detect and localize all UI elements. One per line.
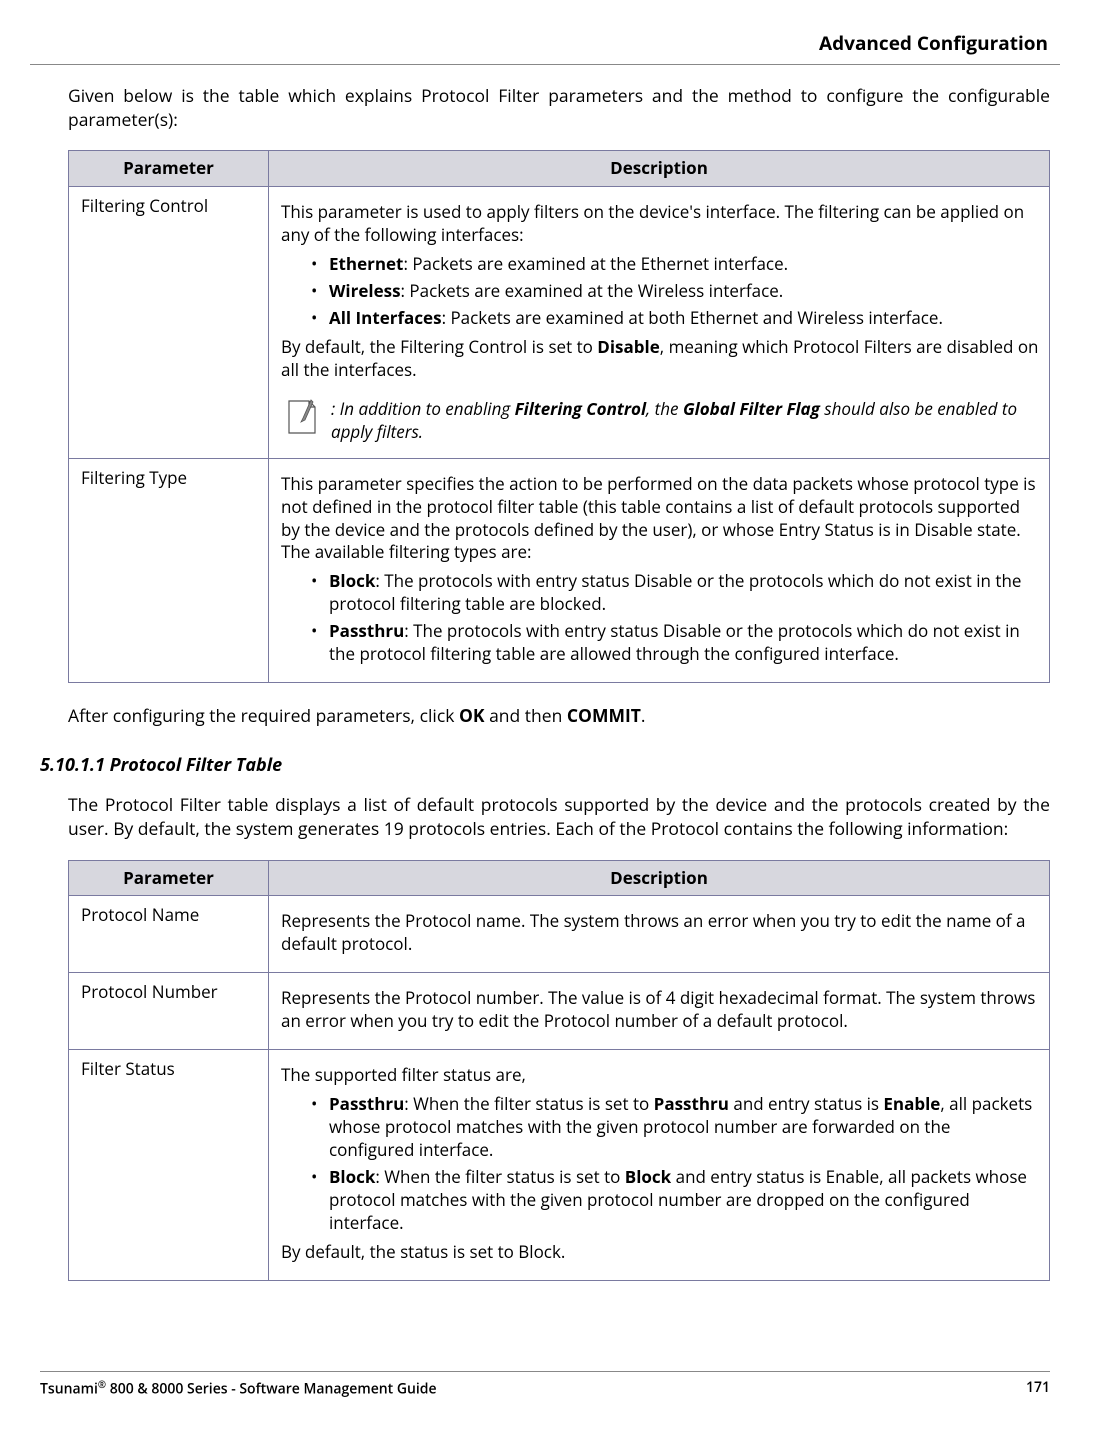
cell-paragraph: This parameter specifies the action to b… [281,473,1039,565]
cell-paragraph: Represents the Protocol name. The system… [281,910,1039,956]
running-header: Advanced Configuration [40,30,1048,56]
col-header-parameter: Parameter [69,151,269,187]
subsection-intro: The Protocol Filter table displays a lis… [68,794,1050,841]
param-cell: Filtering Control [69,187,269,458]
col-header-description: Description [269,860,1050,896]
table-row: Filtering Control This parameter is used… [69,187,1050,458]
protocol-filter-params-table: Parameter Description Filtering Control … [68,150,1050,683]
table-header-row: Parameter Description [69,860,1050,896]
mid-paragraph: After configuring the required parameter… [68,705,1050,729]
desc-cell: This parameter specifies the action to b… [269,458,1050,683]
list-item: •Wireless: Packets are examined at the W… [311,280,1039,303]
note-icon [281,396,327,442]
list-item: •Ethernet: Packets are examined at the E… [311,253,1039,276]
section-heading: 5.10.1.1 Protocol Filter Table [40,753,1050,777]
desc-cell: The supported filter status are, •Passth… [269,1050,1050,1281]
page-footer: Tsunami® 800 & 8000 Series - Software Ma… [40,1371,1050,1399]
cell-paragraph: Represents the Protocol number. The valu… [281,987,1039,1033]
desc-cell: This parameter is used to apply filters … [269,187,1050,458]
bullet-list: •Block: The protocols with entry status … [311,570,1039,666]
param-cell: Protocol Name [69,896,269,973]
cell-paragraph: The supported filter status are, [281,1064,1039,1087]
protocol-filter-table-fields: Parameter Description Protocol Name Repr… [68,860,1050,1281]
document-page: Advanced Configuration Given below is th… [0,0,1100,1429]
bullet-list: •Passthru: When the filter status is set… [311,1093,1039,1235]
page-number: 171 [1026,1378,1050,1399]
cell-paragraph: This parameter is used to apply filters … [281,201,1039,247]
header-rule [30,64,1060,65]
footer-rule [40,1371,1050,1372]
bullet-list: •Ethernet: Packets are examined at the E… [311,253,1039,330]
list-item: •Passthru: When the filter status is set… [311,1093,1039,1162]
footer-left: Tsunami® 800 & 8000 Series - Software Ma… [40,1378,437,1399]
col-header-parameter: Parameter [69,860,269,896]
param-cell: Filtering Type [69,458,269,683]
table-row: Filter Status The supported filter statu… [69,1050,1050,1281]
list-item: •Passthru: The protocols with entry stat… [311,620,1039,666]
intro-paragraph: Given below is the table which explains … [68,85,1050,132]
note-text: : In addition to enabling Filtering Cont… [327,396,1039,444]
subsection: 5.10.1.1 Protocol Filter Table The Proto… [40,753,1050,1281]
list-item: •All Interfaces: Packets are examined at… [311,307,1039,330]
table-row: Filtering Type This parameter specifies … [69,458,1050,683]
list-item: •Block: The protocols with entry status … [311,570,1039,616]
cell-paragraph: By default, the Filtering Control is set… [281,336,1039,382]
note-block: : In addition to enabling Filtering Cont… [281,396,1039,444]
desc-cell: Represents the Protocol number. The valu… [269,973,1050,1050]
desc-cell: Represents the Protocol name. The system… [269,896,1050,973]
body-content: Given below is the table which explains … [40,85,1050,729]
table-row: Protocol Name Represents the Protocol na… [69,896,1050,973]
table-header-row: Parameter Description [69,151,1050,187]
table-row: Protocol Number Represents the Protocol … [69,973,1050,1050]
cell-paragraph: By default, the status is set to Block. [281,1241,1039,1264]
param-cell: Filter Status [69,1050,269,1281]
col-header-description: Description [269,151,1050,187]
param-cell: Protocol Number [69,973,269,1050]
list-item: •Block: When the filter status is set to… [311,1166,1039,1235]
